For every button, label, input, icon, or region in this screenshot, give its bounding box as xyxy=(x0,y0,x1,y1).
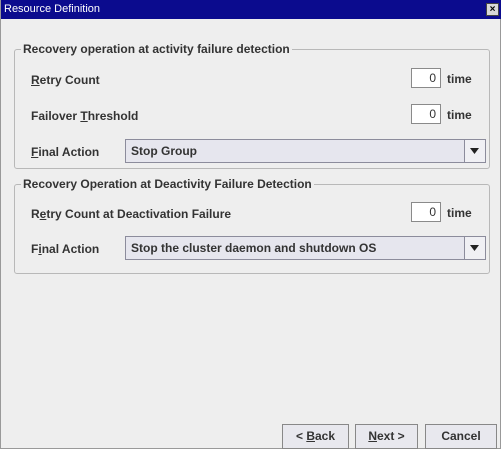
cancel-button[interactable]: Cancel xyxy=(425,424,497,449)
resource-definition-dialog: Resource Definition × Recovery operation… xyxy=(0,0,501,449)
failover-threshold-label: Failover Threshold xyxy=(31,109,139,123)
title-bar: Resource Definition × xyxy=(1,0,501,19)
activity-failure-legend: Recovery operation at activity failure d… xyxy=(21,42,292,57)
deactivation-retry-count-unit: time xyxy=(447,206,472,220)
deactivity-failure-group: Recovery Operation at Deactivity Failure… xyxy=(14,177,490,274)
deactivation-retry-count-label: Retry Count at Deactivation Failure xyxy=(31,207,232,221)
deactivation-retry-count-field[interactable]: 0 xyxy=(411,202,441,222)
final-action-dropdown[interactable]: Stop Group xyxy=(125,139,486,163)
retry-count-unit: time xyxy=(447,72,472,86)
final-action-label: Final Action xyxy=(31,145,100,159)
final-action-selected: Stop Group xyxy=(131,144,197,158)
failover-threshold-field[interactable]: 0 xyxy=(411,104,441,124)
triangle-down-icon[interactable] xyxy=(464,237,485,259)
deactivity-failure-legend: Recovery Operation at Deactivity Failure… xyxy=(21,177,314,192)
triangle-down-icon[interactable] xyxy=(464,140,485,162)
deactivation-final-action-selected: Stop the cluster daemon and shutdown OS xyxy=(131,241,377,255)
next-button[interactable]: Next > xyxy=(355,424,418,449)
back-button[interactable]: < Back xyxy=(282,424,349,449)
close-icon[interactable]: × xyxy=(486,3,499,16)
retry-count-field[interactable]: 0 xyxy=(411,68,441,88)
failover-threshold-unit: time xyxy=(447,108,472,122)
retry-count-label: Retry Count xyxy=(31,73,100,87)
deactivation-final-action-dropdown[interactable]: Stop the cluster daemon and shutdown OS xyxy=(125,236,486,260)
deactivation-final-action-label: Final Action xyxy=(31,242,100,256)
window-title: Resource Definition xyxy=(4,3,100,15)
